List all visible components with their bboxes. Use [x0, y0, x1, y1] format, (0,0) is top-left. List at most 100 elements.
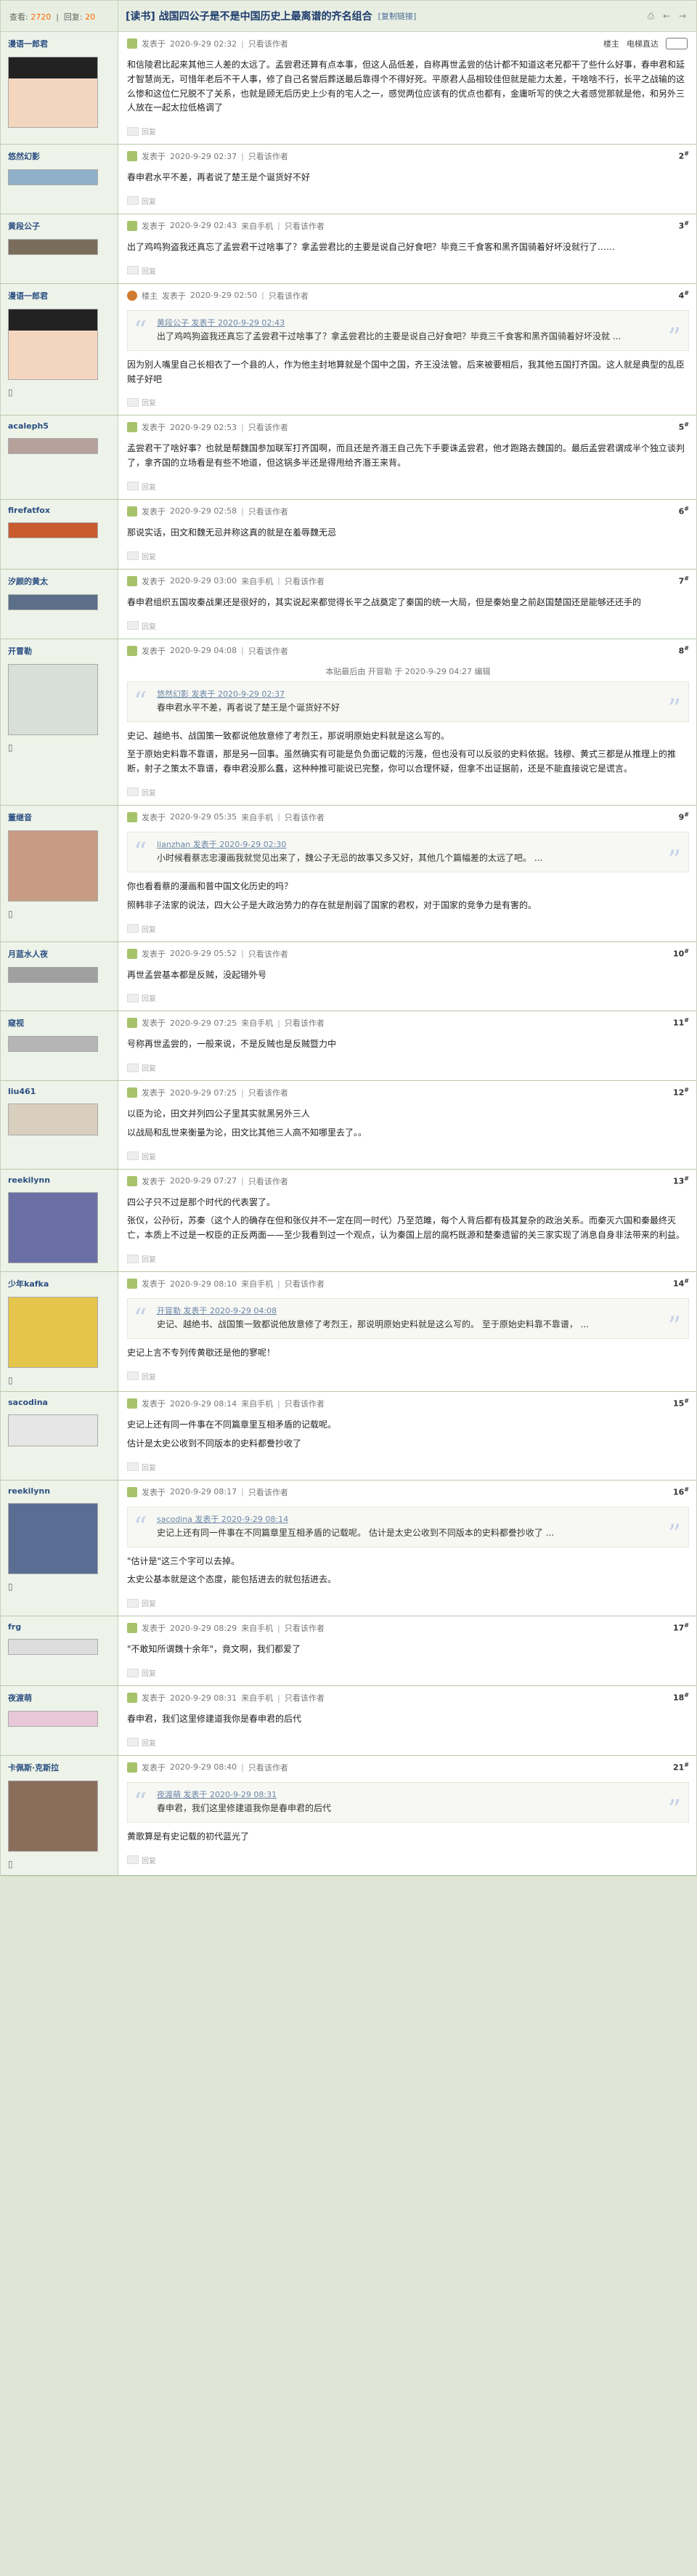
author-only-link[interactable]: 只看该作者: [248, 421, 288, 433]
jump-to-floor-input[interactable]: [666, 38, 688, 49]
avatar[interactable]: [8, 308, 98, 380]
author-only-link[interactable]: 只看该作者: [285, 220, 325, 232]
reply-button[interactable]: 回复: [127, 477, 689, 499]
author-name[interactable]: 月蓝水人夜: [8, 948, 110, 960]
floor-number[interactable]: 12#: [673, 1087, 689, 1098]
reply-button[interactable]: 回复: [127, 988, 689, 1010]
avatar[interactable]: [8, 966, 98, 983]
floor-number[interactable]: 6#: [679, 506, 689, 517]
reply-button[interactable]: 回复: [127, 261, 689, 283]
author-name[interactable]: frg: [8, 1622, 110, 1632]
author-only-link[interactable]: 只看该作者: [285, 1398, 325, 1409]
reply-button[interactable]: 回复: [127, 1850, 689, 1873]
floor-number[interactable]: 4#: [679, 290, 689, 301]
floor-number[interactable]: 21#: [673, 1762, 689, 1773]
avatar[interactable]: [8, 1502, 98, 1574]
reply-button[interactable]: 回复: [127, 1663, 689, 1685]
reply-button[interactable]: 回复: [127, 121, 689, 144]
avatar[interactable]: [8, 830, 98, 902]
avatar[interactable]: [8, 522, 98, 538]
author-name[interactable]: 窥视: [8, 1017, 110, 1029]
quote-source-link[interactable]: 悠然幻影 发表于 2020-9-29 02:37: [157, 688, 652, 701]
copy-link-button[interactable]: [复制链接]: [378, 10, 417, 22]
author-only-link[interactable]: 只看该作者: [248, 506, 288, 517]
avatar[interactable]: [8, 1780, 98, 1852]
avatar[interactable]: [8, 438, 98, 455]
quote-source-link[interactable]: 夜渡萌 发表于 2020-9-29 08:31: [157, 1789, 652, 1802]
author-name[interactable]: liu461: [8, 1087, 110, 1096]
author-name[interactable]: 卡佩斯·克斯拉: [8, 1762, 110, 1773]
floor-number[interactable]: 16#: [673, 1486, 689, 1497]
floor-number[interactable]: 10#: [673, 948, 689, 959]
floor-number[interactable]: 8#: [679, 645, 689, 656]
author-name[interactable]: 少年kafka: [8, 1278, 110, 1289]
avatar[interactable]: [8, 238, 98, 255]
author-name[interactable]: 开冒勒: [8, 645, 110, 657]
avatar[interactable]: [8, 1297, 98, 1369]
author-only-link[interactable]: 只看该作者: [285, 575, 325, 587]
author-only-link[interactable]: 只看该作者: [285, 1278, 325, 1289]
avatar[interactable]: [8, 1191, 98, 1263]
author-name[interactable]: reekilynn: [8, 1486, 110, 1496]
reply-button[interactable]: 回复: [127, 392, 689, 415]
author-name[interactable]: acaleph5: [8, 421, 110, 431]
reply-button[interactable]: 回复: [127, 1457, 689, 1480]
author-name[interactable]: 黄段公子: [8, 220, 110, 232]
quote-source-link[interactable]: 开冒勒 发表于 2020-9-29 04:08: [157, 1305, 652, 1318]
author-only-link[interactable]: 只看该作者: [285, 1622, 325, 1634]
reply-button[interactable]: 回复: [127, 1733, 689, 1755]
author-only-link[interactable]: 只看该作者: [285, 1692, 325, 1704]
quote-source-link[interactable]: 黄段公子 发表于 2020-9-29 02:43: [157, 317, 652, 330]
author-name[interactable]: sacodina: [8, 1398, 110, 1407]
avatar[interactable]: [8, 1414, 98, 1447]
author-only-link[interactable]: 只看该作者: [248, 1175, 288, 1187]
reply-button[interactable]: 回复: [127, 782, 689, 805]
avatar[interactable]: [8, 57, 98, 128]
floor-number[interactable]: 13#: [673, 1175, 689, 1186]
avatar[interactable]: [8, 663, 98, 735]
author-name[interactable]: 悠然幻影: [8, 150, 110, 162]
reply-button[interactable]: 回复: [127, 1249, 689, 1271]
floor-number[interactable]: 7#: [679, 575, 689, 586]
reply-button[interactable]: 回复: [127, 1146, 689, 1169]
author-only-link[interactable]: 只看该作者: [248, 1087, 288, 1098]
floor-number[interactable]: 3#: [679, 220, 689, 231]
floor-number[interactable]: 14#: [673, 1278, 689, 1289]
avatar[interactable]: [8, 594, 98, 610]
nav-icons[interactable]: ⎙ ← →: [648, 11, 689, 22]
author-name[interactable]: 汐颜的黄太: [8, 575, 110, 587]
author-only-link[interactable]: 只看该作者: [248, 645, 288, 657]
floor-number[interactable]: 17#: [673, 1622, 689, 1633]
avatar[interactable]: [8, 1036, 98, 1053]
author-name[interactable]: 夜渡萌: [8, 1692, 110, 1704]
floor-number[interactable]: 18#: [673, 1692, 689, 1703]
avatar[interactable]: [8, 1639, 98, 1656]
reply-button[interactable]: 回复: [127, 1366, 689, 1389]
reply-button[interactable]: 回复: [127, 546, 689, 569]
floor-number[interactable]: 11#: [673, 1017, 689, 1028]
author-name[interactable]: 漫语一郎君: [8, 290, 110, 301]
quote-source-link[interactable]: lianzhan 发表于 2020-9-29 02:30: [157, 838, 652, 851]
author-only-link[interactable]: 只看该作者: [248, 150, 288, 162]
reply-button[interactable]: 回复: [127, 1058, 689, 1080]
floor-number[interactable]: 2#: [679, 150, 689, 161]
avatar[interactable]: [8, 1711, 98, 1727]
author-only-link[interactable]: 只看该作者: [285, 1017, 325, 1029]
author-name[interactable]: firefatfox: [8, 506, 110, 515]
reply-button[interactable]: 回复: [127, 1593, 689, 1616]
author-only-link[interactable]: 只看该作者: [248, 38, 288, 49]
quote-source-link[interactable]: sacodina 发表于 2020-9-29 08:14: [157, 1513, 652, 1526]
reply-button[interactable]: 回复: [127, 919, 689, 941]
op-only-link[interactable]: 楼主: [603, 38, 619, 49]
floor-number[interactable]: 5#: [679, 421, 689, 432]
author-only-link[interactable]: 只看该作者: [248, 1762, 288, 1773]
author-name[interactable]: 漫语一郎君: [8, 38, 110, 49]
author-only-link[interactable]: 只看该作者: [248, 1486, 288, 1498]
reply-button[interactable]: 回复: [127, 616, 689, 639]
avatar[interactable]: [8, 169, 98, 186]
avatar[interactable]: [8, 1103, 98, 1136]
author-only-link[interactable]: 只看该作者: [269, 290, 309, 301]
reply-button[interactable]: 回复: [127, 191, 689, 214]
author-name[interactable]: 董继音: [8, 811, 110, 823]
author-only-link[interactable]: 只看该作者: [248, 948, 288, 960]
